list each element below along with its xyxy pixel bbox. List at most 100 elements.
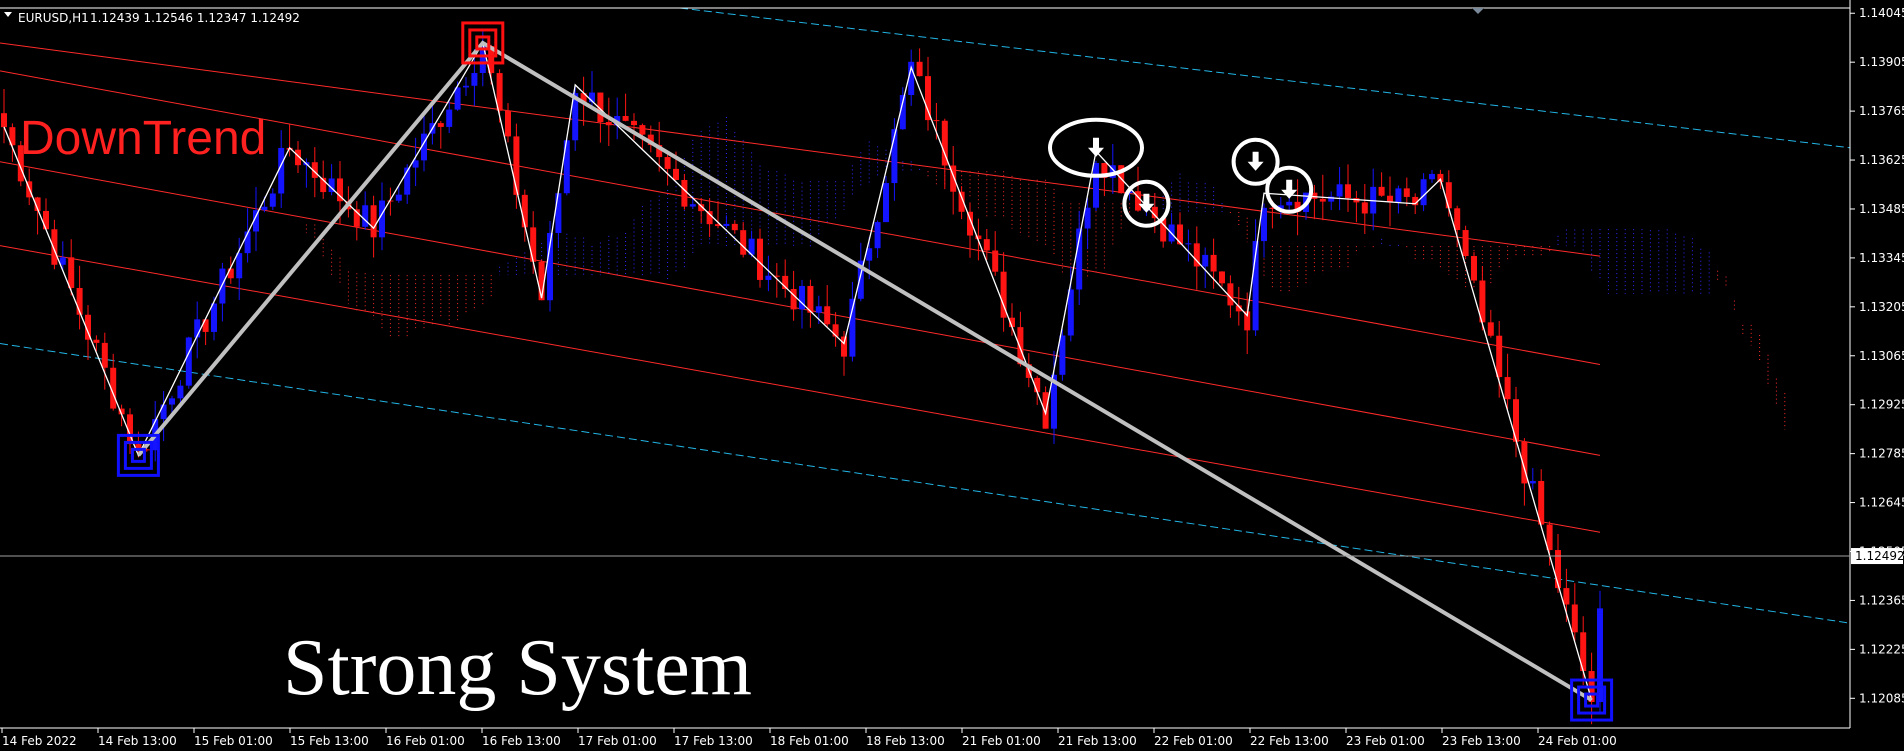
candle-body [463, 85, 469, 88]
time-tick-label: 15 Feb 01:00 [194, 734, 273, 748]
candle-body [631, 120, 637, 126]
candle-body [1, 113, 7, 128]
candle-body [1084, 207, 1091, 229]
candle-body [219, 268, 226, 304]
candle-body [605, 122, 612, 126]
candle-body [790, 289, 797, 310]
candle-body [1471, 256, 1477, 281]
candle-body [1345, 184, 1351, 199]
price-tick-label: 1.13905 [1859, 55, 1904, 69]
candle-body [1529, 480, 1536, 484]
price-tick-label: 1.12225 [1859, 642, 1904, 656]
candle-body [1513, 399, 1519, 442]
candle-body [446, 109, 453, 127]
candle-body [202, 319, 209, 332]
candle-body [673, 168, 679, 180]
candle-body [1571, 604, 1578, 633]
candle-body [555, 193, 562, 233]
candle-body [1420, 179, 1427, 206]
ohlc-label: 1.12439 1.12546 1.12347 1.12492 [90, 11, 300, 25]
candle-body [211, 303, 217, 332]
candle-body [731, 223, 738, 231]
candle-body [689, 204, 696, 207]
candle-body [43, 210, 49, 230]
candle-body [874, 222, 881, 249]
trend-label: DownTrend [20, 112, 266, 165]
candle-body [1336, 184, 1343, 197]
candle-body [815, 306, 822, 313]
candle-body [883, 183, 889, 223]
price-tick-label: 1.12925 [1859, 398, 1904, 412]
candle-body [757, 238, 763, 280]
candle-body [1462, 230, 1469, 257]
time-tick-label: 21 Feb 13:00 [1058, 734, 1137, 748]
time-tick-label: 21 Feb 01:00 [962, 734, 1041, 748]
price-axis: 1.14045 1.13905 1.13765 1.13625 1.13485 1.133… [1850, 6, 1904, 705]
time-tick-label: 16 Feb 01:00 [386, 734, 465, 748]
candle-body [362, 205, 369, 227]
candle-body [261, 206, 268, 211]
price-tick-label: 1.13765 [1859, 104, 1904, 118]
time-tick-label: 23 Feb 13:00 [1442, 734, 1521, 748]
candle-body [765, 275, 772, 280]
candle-body [227, 268, 234, 279]
time-tick-label: 14 Feb 2022 [2, 734, 77, 748]
candle-body [437, 123, 444, 127]
candle-body [505, 110, 511, 137]
candle-body [992, 250, 999, 272]
time-tick-label: 23 Feb 01:00 [1346, 734, 1425, 748]
candle-body [1487, 322, 1494, 336]
time-tick-label: 14 Feb 13:00 [98, 734, 177, 748]
price-tick-label: 1.13205 [1859, 300, 1904, 314]
candle-body [933, 120, 940, 122]
candle-body [454, 87, 461, 110]
candle-body [379, 200, 385, 238]
candle-body [278, 147, 285, 194]
candle-body [93, 339, 100, 343]
time-tick-label: 22 Feb 13:00 [1250, 734, 1329, 748]
time-tick-label: 18 Feb 01:00 [770, 734, 849, 748]
candle-body [1210, 254, 1217, 272]
candle-body [1202, 254, 1209, 267]
candle-body [740, 230, 747, 255]
candle-body [1286, 201, 1293, 206]
candle-body [841, 336, 847, 357]
candle-body [1319, 198, 1326, 202]
candle-body [1185, 243, 1192, 245]
candle-body [622, 115, 629, 121]
candle-body [101, 342, 108, 368]
time-tick-label: 16 Feb 13:00 [482, 734, 561, 748]
price-tick-label: 1.12645 [1859, 496, 1904, 510]
candle-body [395, 194, 402, 201]
candle-body [1454, 208, 1461, 231]
candle-body [925, 76, 931, 121]
candle-body [1403, 188, 1410, 197]
candle-body [244, 231, 251, 254]
brand-label: Strong System [283, 624, 752, 712]
time-tick-label: 18 Feb 13:00 [866, 734, 945, 748]
candle-body [530, 227, 537, 262]
candle-body [68, 257, 75, 288]
price-tick-label: 1.13485 [1859, 202, 1904, 216]
price-tick-label: 1.12785 [1859, 447, 1904, 461]
price-tick-label: 1.12085 [1859, 691, 1904, 705]
candle-body [169, 398, 175, 405]
candle-body [824, 306, 831, 325]
candle-body [370, 205, 377, 238]
candle-body [59, 257, 66, 265]
candle-body [983, 239, 990, 251]
candle-body [664, 157, 671, 169]
price-tick-label: 1.14045 [1859, 6, 1904, 20]
current-price-label: 1.12492 [1855, 549, 1904, 563]
candle-body [1059, 335, 1066, 375]
candle-body [1504, 377, 1511, 400]
time-tick-label: 15 Feb 13:00 [290, 734, 369, 748]
candle-body [639, 125, 646, 135]
candle-body [1219, 271, 1225, 284]
candle-body [1177, 224, 1183, 245]
candle-body [160, 404, 167, 420]
candle-body [1378, 186, 1385, 196]
candle-body [1429, 173, 1435, 180]
price-chart[interactable]: 1.14045 1.13905 1.13765 1.13625 1.13485 1.133… [0, 0, 1904, 751]
candle-body [471, 73, 478, 86]
